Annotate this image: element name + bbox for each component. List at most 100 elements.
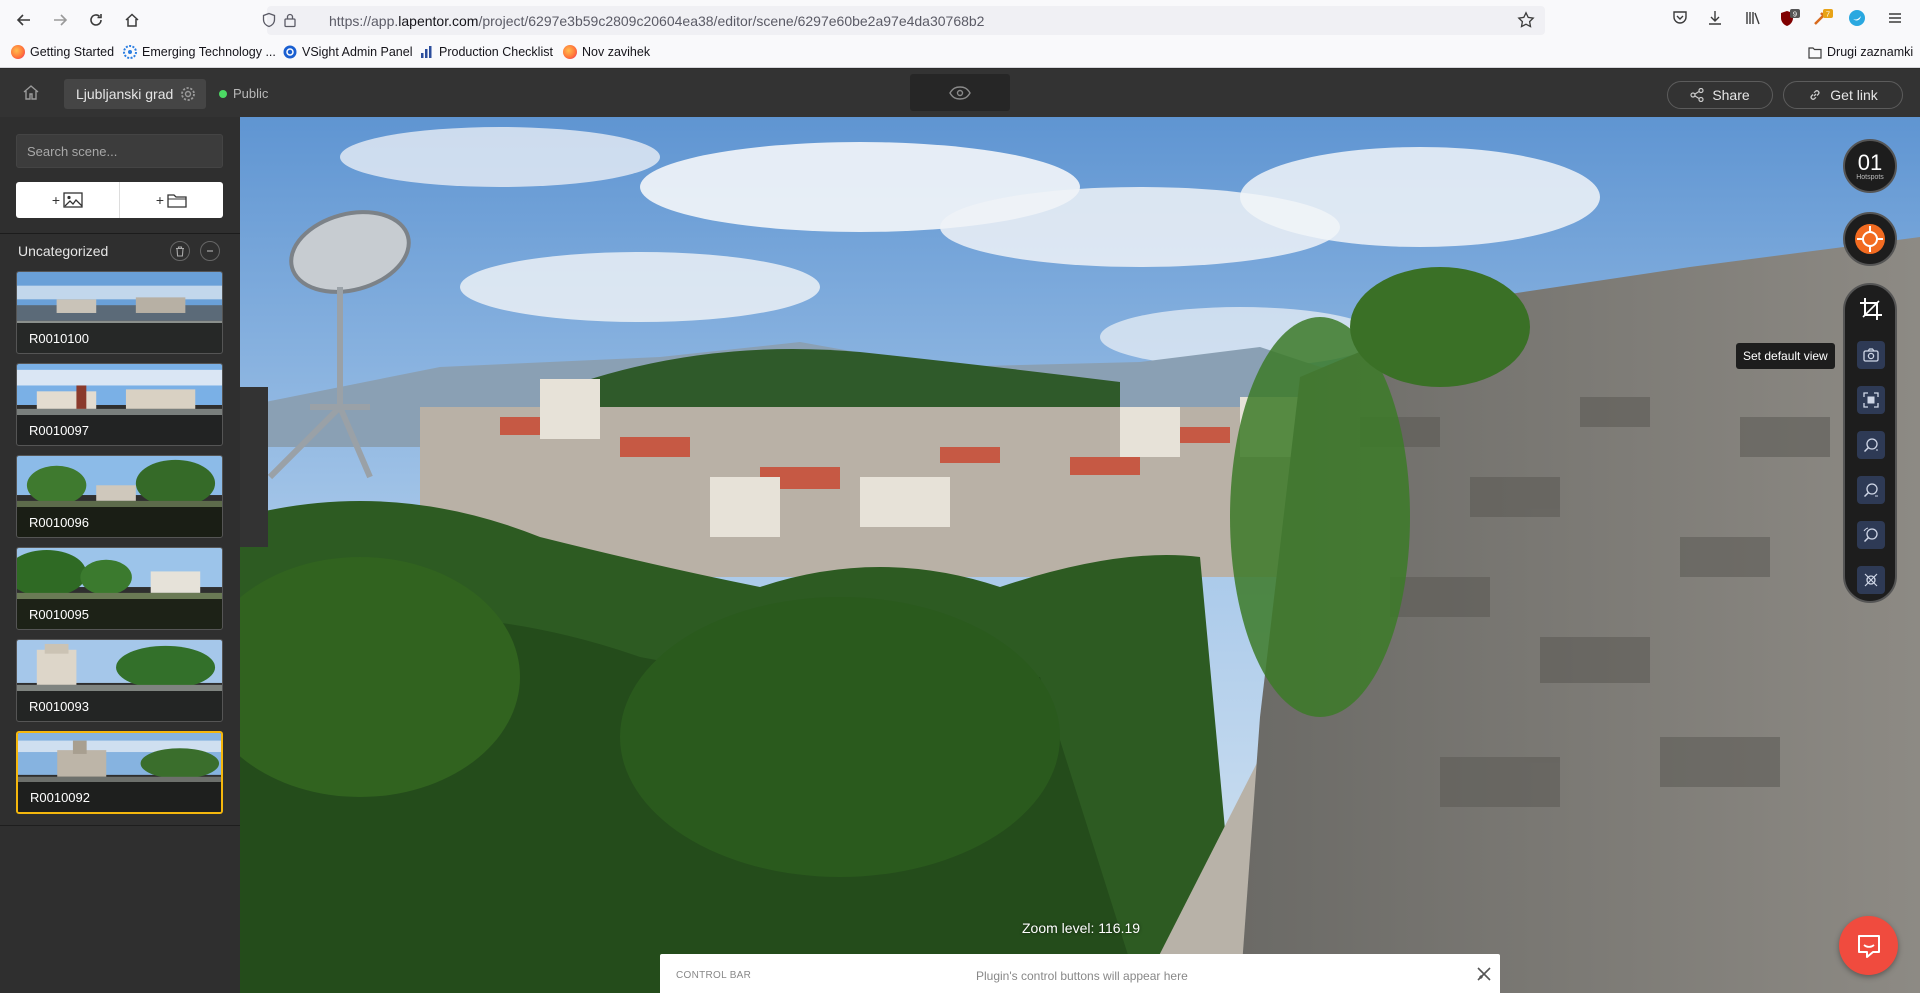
extension-button[interactable]: 7: [1812, 9, 1834, 32]
zoom-out-icon: [1863, 483, 1878, 498]
bar-chart-icon: [421, 46, 432, 58]
sidebar-divider: [0, 233, 240, 234]
bookmark-label: VSight Admin Panel: [302, 45, 413, 59]
fit-view-button[interactable]: [1857, 386, 1885, 414]
url-text[interactable]: https://app.lapentor.com/project/6297e3b…: [329, 13, 984, 29]
download-icon: [1709, 11, 1721, 25]
view-tools-toolbar: [1843, 283, 1897, 603]
collapse-group-button[interactable]: [200, 241, 220, 261]
address-bar[interactable]: https://app.lapentor.com/project/6297e3b…: [262, 6, 1545, 35]
add-group-folder-button[interactable]: +: [120, 182, 223, 218]
menu-button[interactable]: [1886, 9, 1904, 30]
svg-text:9: 9: [1793, 10, 1797, 19]
scene-sidebar: + + Uncategorized R0010100 R0010097: [0, 117, 240, 993]
get-link-label: Get link: [1830, 87, 1878, 103]
url-path: /project/6297e3b59c2809c20604ea38/editor…: [478, 13, 985, 29]
back-button[interactable]: [10, 8, 38, 32]
hotspots-count: 01: [1857, 149, 1883, 175]
scene-card[interactable]: R0010093: [16, 639, 223, 722]
chat-support-button[interactable]: [1839, 916, 1898, 975]
add-scene-image-button[interactable]: +: [16, 182, 120, 218]
url-prefix: https://app.: [329, 13, 399, 29]
scene-card[interactable]: R0010095: [16, 547, 223, 630]
rotate-limit-button[interactable]: [1857, 521, 1885, 549]
add-hotspot-button[interactable]: [1843, 212, 1897, 266]
library-button[interactable]: [1744, 9, 1762, 30]
bookmark-nov-zavihek[interactable]: Nov zavihek: [563, 45, 650, 59]
fit-frame-icon: [1863, 392, 1879, 408]
other-bookmarks-label: Drugi zaznamki: [1827, 45, 1914, 59]
app-home-button[interactable]: [22, 83, 40, 104]
target-icon: [1855, 224, 1885, 254]
bookmark-getting-started[interactable]: Getting Started: [11, 45, 114, 59]
crop-icon: [1860, 298, 1882, 320]
preview-button[interactable]: [910, 74, 1010, 111]
close-tools-icon[interactable]: [1476, 966, 1492, 982]
visibility-status[interactable]: Public: [219, 86, 268, 101]
shield-icon[interactable]: [261, 12, 277, 28]
set-default-view-tooltip: Set default view: [1736, 343, 1835, 369]
zoom-out-limit-button[interactable]: [1857, 476, 1885, 504]
bookmark-emerging-technology[interactable]: Emerging Technology ...: [123, 45, 276, 59]
project-name-pill[interactable]: Ljubljanski grad: [64, 79, 206, 109]
ublock-icon: 9: [1781, 9, 1800, 26]
chat-icon: [1857, 934, 1880, 958]
home-icon: [125, 13, 139, 27]
hotspots-counter[interactable]: 01 Hotspots: [1843, 139, 1897, 193]
share-button[interactable]: Share: [1667, 81, 1773, 109]
share-label: Share: [1712, 87, 1750, 103]
scene-card-active[interactable]: R0010092: [16, 731, 223, 814]
plus-label: +: [155, 192, 165, 208]
firefox-icon: [563, 45, 577, 59]
forward-button[interactable]: [46, 8, 74, 32]
bookmark-production-checklist[interactable]: Production Checklist: [420, 45, 553, 59]
browser-nav-row: https://app.lapentor.com/project/6297e3b…: [0, 0, 1920, 40]
reload-icon: [90, 14, 102, 26]
other-bookmarks[interactable]: Drugi zaznamki: [1808, 45, 1913, 59]
tool-extension-icon: 7: [1814, 9, 1833, 25]
set-default-view-button[interactable]: [1857, 341, 1885, 369]
panorama-image[interactable]: [240, 117, 1920, 993]
downloads-button[interactable]: [1706, 9, 1724, 30]
hotspots-caption: Hotspots: [1856, 173, 1884, 181]
crop-button[interactable]: [1857, 295, 1885, 326]
url-domain: lapentor.com: [398, 13, 479, 29]
zoom-in-icon: [1863, 438, 1878, 453]
bookmark-label: Production Checklist: [439, 45, 553, 59]
library-icon: [1746, 12, 1760, 25]
visibility-label: Public: [233, 86, 269, 101]
arrow-left-icon: [16, 14, 30, 26]
reload-button[interactable]: [82, 8, 110, 32]
camera-icon: [1863, 348, 1879, 362]
delete-group-button[interactable]: [170, 241, 190, 261]
gear-icon[interactable]: [180, 86, 196, 102]
scene-card[interactable]: R0010096: [16, 455, 223, 538]
bookmark-star-icon[interactable]: [1517, 11, 1535, 29]
pocket-button[interactable]: [1671, 9, 1689, 30]
panorama-viewer[interactable]: Zoom level: 116.19 CONTROL BAR Plugin's …: [240, 117, 1920, 993]
sidebar-bottom-divider: [0, 825, 240, 826]
firefox-icon: [11, 45, 25, 59]
bookmark-label: Emerging Technology ...: [142, 45, 276, 59]
link-icon: [1810, 90, 1820, 100]
rotate-zoom-icon: [1863, 527, 1878, 543]
lock-icon[interactable]: [283, 12, 297, 28]
bird-extension-button[interactable]: [1848, 9, 1866, 30]
scene-name: R0010095: [17, 599, 222, 629]
bird-extension-icon: [1849, 10, 1865, 26]
scene-search-input[interactable]: [16, 134, 223, 168]
zoom-in-limit-button[interactable]: [1857, 431, 1885, 459]
group-title[interactable]: Uncategorized: [18, 243, 108, 259]
bookmark-vsight-admin[interactable]: VSight Admin Panel: [283, 45, 413, 59]
home-icon: [23, 85, 39, 100]
minus-icon: [207, 250, 213, 252]
scene-card[interactable]: R0010097: [16, 363, 223, 446]
get-link-button[interactable]: Get link: [1783, 81, 1903, 109]
home-browser-button[interactable]: [118, 8, 146, 32]
ublock-extension[interactable]: 9: [1779, 9, 1801, 32]
gear-flower-icon: [123, 45, 137, 59]
scene-card[interactable]: R0010100: [16, 271, 223, 354]
scene-name: R0010093: [17, 691, 222, 721]
zoom-level-text: Zoom level: 116.19: [1022, 920, 1141, 936]
reset-view-button[interactable]: [1857, 566, 1885, 594]
